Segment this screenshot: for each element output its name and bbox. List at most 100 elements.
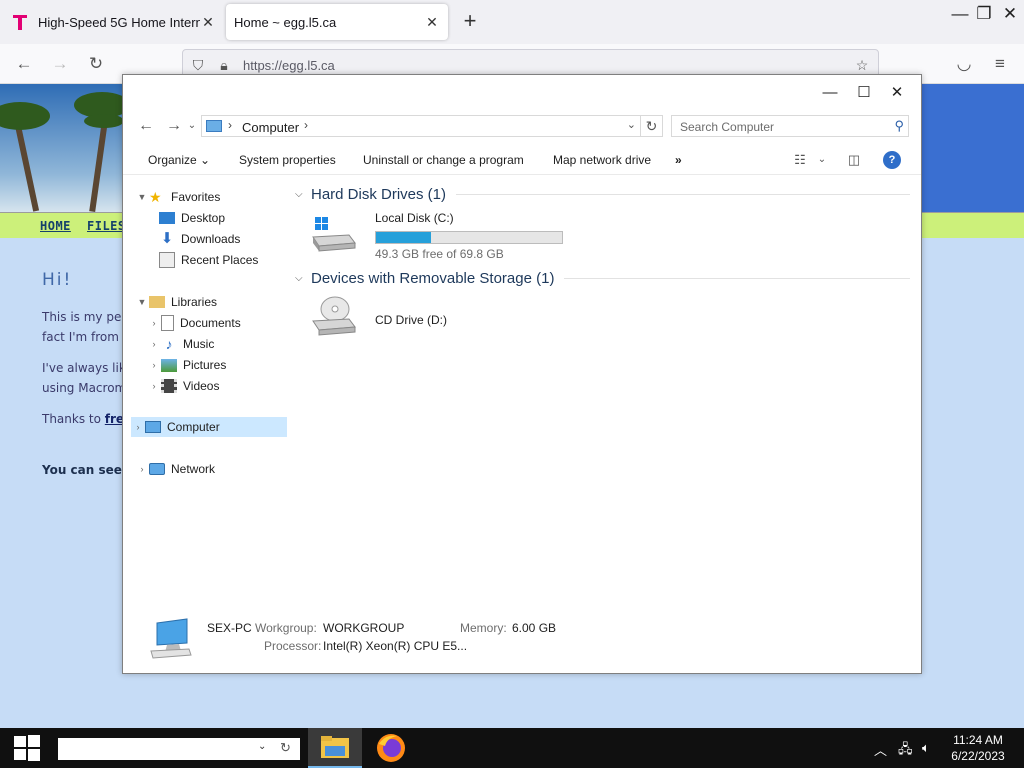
tree-item-recent-places[interactable]: Recent Places <box>159 250 258 270</box>
forward-arrow-icon[interactable]: → <box>163 115 185 137</box>
tree-label: Desktop <box>181 211 226 225</box>
nav-link-home[interactable]: HOME <box>40 219 71 233</box>
page-text: using Macrom <box>42 381 127 395</box>
download-arrow-icon: ⬇ <box>160 230 174 247</box>
expanded-chevron-icon[interactable]: ▼ <box>135 192 149 202</box>
tree-label: Libraries <box>171 295 218 309</box>
tree-item-favorites[interactable]: ▼ ★ Favorites <box>135 187 221 207</box>
preview-pane-icon[interactable]: ◫ <box>845 151 863 169</box>
shield-icon[interactable]: ⛉ <box>189 56 207 74</box>
taskbar-firefox[interactable] <box>364 728 418 768</box>
recent-locations-dropdown-icon[interactable]: ⌄ <box>185 115 199 137</box>
back-arrow-icon[interactable]: ← <box>12 53 36 75</box>
chevron-right-icon[interactable]: › <box>147 318 161 328</box>
disk-usage-fill <box>376 232 431 243</box>
maximize-icon[interactable]: ☐ <box>852 83 876 103</box>
chevron-right-icon[interactable]: › <box>131 422 145 432</box>
taskbar-file-explorer[interactable] <box>308 728 362 768</box>
page-text-bold: You can see <box>42 463 122 477</box>
expanded-chevron-icon[interactable]: ▼ <box>135 297 149 307</box>
palm-tree-image <box>0 84 130 212</box>
chevron-right-icon[interactable]: › <box>228 118 232 132</box>
tab-title: High-Speed 5G Home Internet <box>38 14 200 30</box>
minimize-icon[interactable]: — <box>948 2 972 26</box>
forward-arrow-icon[interactable]: → <box>48 53 72 75</box>
search-input[interactable]: Search Computer ⚲ <box>671 115 909 137</box>
map-network-drive-button[interactable]: Map network drive <box>553 153 651 167</box>
minimize-icon[interactable]: — <box>818 83 842 103</box>
help-icon[interactable]: ? <box>883 151 901 169</box>
computer-icon <box>145 421 161 433</box>
url-text: https://egg.l5.ca <box>243 58 335 73</box>
chevron-down-icon[interactable]: ⌵ <box>295 273 311 284</box>
bookmark-star-icon[interactable]: ☆ <box>853 56 871 74</box>
network-status-icon[interactable]: 🖧︎ <box>898 740 913 762</box>
refresh-icon[interactable]: ↻ <box>280 740 291 756</box>
breadcrumb-computer[interactable]: Computer <box>242 120 299 135</box>
pocket-icon[interactable]: ◡ <box>952 53 976 75</box>
address-bar[interactable]: › Computer › ⌄ <box>201 115 641 137</box>
chevron-right-icon[interactable]: › <box>135 464 149 474</box>
group-hard-disk-drives[interactable]: ⌵ Hard Disk Drives (1) <box>295 183 910 205</box>
drive-free-space: 49.3 GB free of 69.8 GB <box>375 247 504 261</box>
speaker-muted-icon[interactable]: 🔈︎ <box>922 740 930 756</box>
organize-button[interactable]: Organize ⌄ <box>148 153 210 167</box>
tree-item-desktop[interactable]: Desktop <box>159 208 225 228</box>
tree-item-downloads[interactable]: ⬇ Downloads <box>159 229 241 249</box>
group-divider <box>564 277 910 279</box>
tree-item-libraries[interactable]: ▼ Libraries <box>135 292 218 312</box>
film-icon <box>161 379 177 393</box>
chevron-down-icon[interactable]: ⌄ <box>258 741 266 752</box>
tree-item-network[interactable]: › Network <box>135 459 216 479</box>
chevron-right-icon[interactable]: › <box>147 360 161 370</box>
lock-icon[interactable]: 🔒︎ <box>215 56 233 74</box>
restore-icon[interactable]: ❐ <box>972 2 996 26</box>
documents-icon <box>161 315 174 331</box>
reload-icon[interactable]: ↻ <box>84 53 108 75</box>
tree-item-music[interactable]: › ♪ Music <box>147 334 215 354</box>
chevron-right-icon[interactable]: › <box>304 118 308 132</box>
group-removable-storage[interactable]: ⌵ Devices with Removable Storage (1) <box>295 267 910 289</box>
music-note-icon: ♪ <box>165 336 173 352</box>
windows-start-icon[interactable] <box>14 735 40 761</box>
tree-label: Downloads <box>181 232 241 246</box>
explorer-window: — ☐ ✕ ← → ⌄ › Computer › ⌄ ↻ Search Comp… <box>122 74 922 674</box>
close-window-icon[interactable]: ✕ <box>998 2 1022 26</box>
close-icon[interactable]: ✕ <box>424 14 440 31</box>
tab-egg[interactable]: Home ~ egg.l5.ca ✕ <box>226 4 448 40</box>
chevron-down-icon[interactable]: ⌄ <box>813 151 831 169</box>
tree-item-computer[interactable]: › Computer <box>131 417 287 437</box>
system-properties-button[interactable]: System properties <box>239 153 336 167</box>
drive-cd-d[interactable]: CD Drive (D:) <box>309 295 569 341</box>
uninstall-button[interactable]: Uninstall or change a program <box>363 153 524 167</box>
memory-value: 6.00 GB <box>512 621 557 635</box>
close-icon[interactable]: ✕ <box>200 14 216 31</box>
tab-tmobile[interactable]: High-Speed 5G Home Internet ✕ <box>4 4 224 40</box>
browser-tabbar: High-Speed 5G Home Internet ✕ Home ~ egg… <box>0 0 1024 44</box>
processor-value: Intel(R) Xeon(R) CPU E5... <box>323 639 468 653</box>
view-options-icon[interactable]: ☷ <box>791 151 809 169</box>
new-tab-button[interactable]: + <box>458 10 482 34</box>
more-commands-button[interactable]: » <box>675 153 682 167</box>
address-dropdown-icon[interactable]: ⌄ <box>627 118 636 131</box>
search-icon[interactable]: ⚲ <box>894 118 904 134</box>
network-icon <box>149 463 165 475</box>
menu-icon[interactable]: ≡ <box>988 53 1012 75</box>
chevron-down-icon[interactable]: ⌵ <box>295 189 311 200</box>
firefox-icon <box>377 734 405 762</box>
nav-link-files[interactable]: FILES <box>87 219 126 233</box>
tree-item-pictures[interactable]: › Pictures <box>147 355 227 375</box>
tree-item-documents[interactable]: › Documents <box>147 313 241 333</box>
computer-icon <box>206 120 222 132</box>
chevron-right-icon[interactable]: › <box>147 381 161 391</box>
tree-item-videos[interactable]: › Videos <box>147 376 219 396</box>
refresh-button[interactable]: ↻ <box>641 115 663 137</box>
chevron-right-icon[interactable]: › <box>147 339 161 349</box>
tree-label: Videos <box>183 379 220 393</box>
close-icon[interactable]: ✕ <box>885 83 909 103</box>
taskbar-search-input[interactable]: ⌄ ↻ <box>58 738 300 760</box>
show-hidden-icons-chevron-icon[interactable]: ︿ <box>874 740 887 759</box>
taskbar-clock[interactable]: 11:24 AM 6/22/2023 <box>944 732 1012 764</box>
drive-local-disk-c[interactable]: Local Disk (C:) 49.3 GB free of 69.8 GB <box>309 211 569 261</box>
back-arrow-icon[interactable]: ← <box>135 115 157 137</box>
